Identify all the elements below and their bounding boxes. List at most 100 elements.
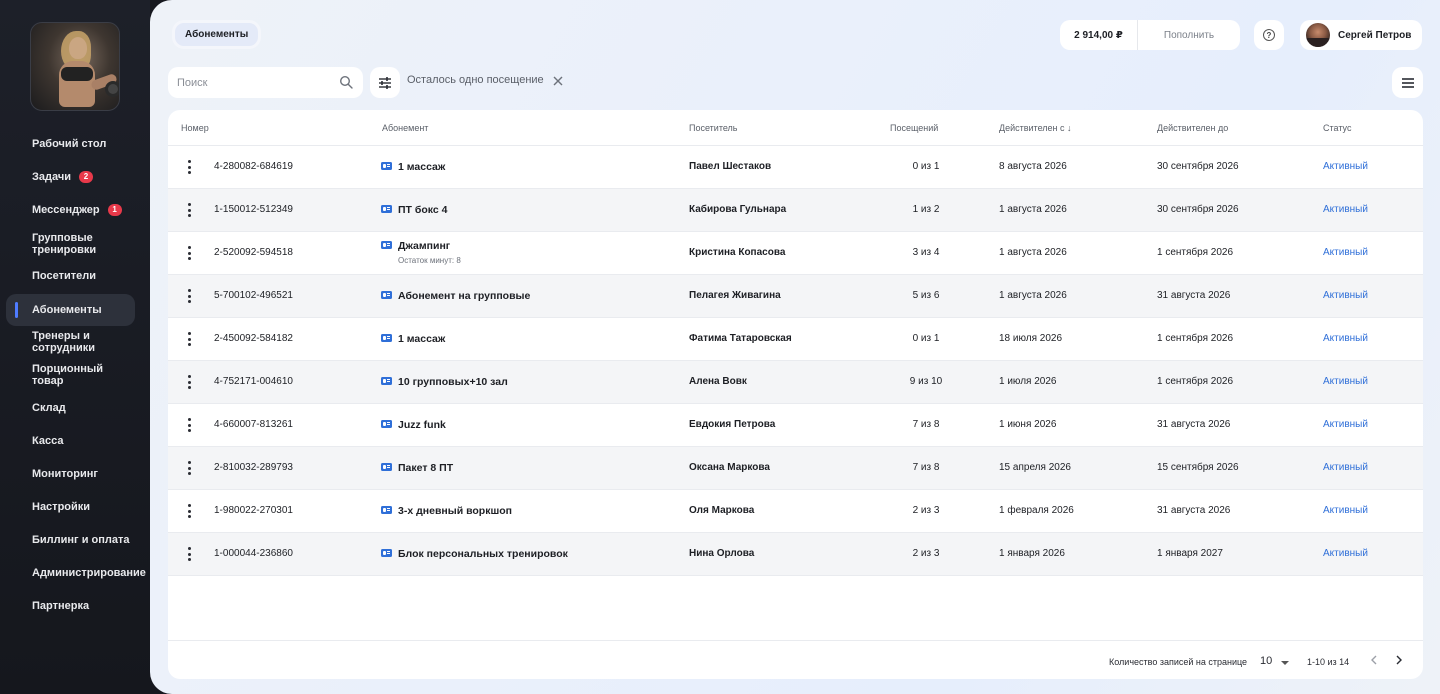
table-row[interactable]: 2-810032-289793 Пакет 8 ПТ Оксана Маркова 7…	[168, 447, 1423, 490]
visitor-name[interactable]: Евдокия Петрова	[689, 419, 775, 430]
table-row[interactable]: 1-980022-270301 3-х дневный воркшоп Оля Ма…	[168, 490, 1423, 533]
sidebar-item-tasks[interactable]: Задачи 2	[6, 169, 135, 185]
subscription-name-cell[interactable]: 10 групповых+10 зал	[381, 376, 508, 388]
visits-count: 1 из 2	[912, 204, 940, 215]
sidebar-item-visitors[interactable]: Посетители	[6, 268, 135, 284]
remove-filter-button[interactable]	[550, 73, 566, 89]
user-menu[interactable]: Сергей Петров	[1300, 20, 1422, 50]
visitor-name[interactable]: Пелагея Живагина	[689, 290, 781, 301]
sidebar-item-warehouse[interactable]: Склад	[6, 400, 135, 416]
subscription-name-cell[interactable]: 1 массаж	[381, 333, 445, 345]
help-button[interactable]: ?	[1254, 20, 1284, 50]
column-header-valid-from[interactable]: Действителен с ↓	[999, 123, 1072, 133]
club-logo-image[interactable]	[30, 22, 120, 111]
visitor-name[interactable]: Павел Шестаков	[689, 161, 771, 172]
subscription-name: Блок персональных тренировок	[398, 548, 568, 560]
search-icon[interactable]	[339, 75, 353, 89]
table-header: Номер Абонемент Посетитель Посещений Дей…	[168, 110, 1423, 146]
sidebar-item-label: Абонементы	[32, 304, 102, 316]
sidebar-item-label: Мониторинг	[32, 468, 98, 480]
subscription-name-cell[interactable]: Абонемент на групповые	[381, 290, 530, 302]
visits-count: 9 из 10	[909, 376, 943, 387]
sidebar-item-trainers[interactable]: Тренеры и сотрудники	[6, 330, 106, 354]
subscription-name-cell[interactable]: ПТ бокс 4	[381, 204, 448, 216]
table-row[interactable]: 1-000044-236860 Блок персональных трениро…	[168, 533, 1423, 576]
sidebar-item-settings[interactable]: Настройки	[6, 499, 135, 515]
subscription-number: 1-980022-270301	[214, 505, 293, 516]
row-actions-icon[interactable]	[186, 375, 192, 389]
per-page-label: Количество записей на странице	[1109, 657, 1248, 667]
columns-menu-button[interactable]	[1392, 67, 1423, 98]
sidebar-item-cashbox[interactable]: Касса	[6, 433, 135, 449]
row-actions-icon[interactable]	[186, 246, 192, 260]
subscription-name-cell[interactable]: Джампинг	[381, 240, 450, 252]
sidebar-item-administration[interactable]: Администрирование	[6, 565, 146, 581]
sidebar-item-label: Рабочий стол	[32, 138, 107, 150]
visits-count: 2 из 3	[912, 548, 940, 559]
sidebar-item-partners[interactable]: Партнерка	[6, 598, 135, 614]
row-actions-icon[interactable]	[186, 461, 192, 475]
column-header-status[interactable]: Статус	[1323, 123, 1351, 133]
subscription-number: 5-700102-496521	[214, 290, 293, 301]
topup-button[interactable]: Пополнить	[1138, 30, 1240, 41]
table-row[interactable]: 5-700102-496521 Абонемент на групповые Пел…	[168, 275, 1423, 318]
table-row[interactable]: 4-280082-684619 1 массаж Павел Шестаков 0 и…	[168, 146, 1423, 189]
column-header-valid-to[interactable]: Действителен до	[1157, 123, 1228, 133]
column-header-visitor[interactable]: Посетитель	[689, 123, 738, 133]
subscription-name-cell[interactable]: Блок персональных тренировок	[381, 548, 568, 560]
column-header-number[interactable]: Номер	[181, 123, 209, 133]
close-icon	[553, 76, 563, 86]
visitor-name[interactable]: Оля Маркова	[689, 505, 754, 516]
subscription-name: Джампинг	[398, 240, 451, 252]
visits-count: 0 из 1	[912, 161, 940, 172]
column-header-visits[interactable]: Посещений	[890, 123, 938, 133]
table-row[interactable]: 1-150012-512349 ПТ бокс 4 Кабирова Гульнар…	[168, 189, 1423, 232]
sidebar-item-billing[interactable]: Биллинг и оплата	[6, 532, 135, 548]
valid-from-date: 1 июня 2026	[999, 419, 1057, 430]
sidebar-item-label: Администрирование	[32, 567, 146, 579]
visitor-name[interactable]: Нина Орлова	[689, 548, 754, 559]
visitor-name[interactable]: Кристина Копасова	[689, 247, 785, 258]
table-row[interactable]: 4-660007-813261 Juzz funk Евдокия Петрова 7…	[168, 404, 1423, 447]
row-actions-icon[interactable]	[186, 203, 192, 217]
row-actions-icon[interactable]	[186, 418, 192, 432]
row-actions-icon[interactable]	[186, 547, 192, 561]
sidebar-item-subscriptions[interactable]: Абонементы	[6, 294, 135, 326]
sidebar-item-portion-goods[interactable]: Порционный товар	[6, 363, 106, 387]
subscription-name: ПТ бокс 4	[398, 204, 448, 216]
subscription-name-cell[interactable]: Пакет 8 ПТ	[381, 462, 453, 474]
subscription-number: 4-280082-684619	[214, 161, 293, 172]
row-actions-icon[interactable]	[186, 504, 192, 518]
valid-to-date: 1 сентября 2026	[1157, 376, 1234, 387]
row-actions-icon[interactable]	[186, 160, 192, 174]
sidebar-item-desktop[interactable]: Рабочий стол	[6, 136, 135, 152]
valid-to-date: 1 января 2027	[1157, 548, 1223, 559]
filter-button[interactable]	[370, 67, 400, 98]
sidebar-item-messenger[interactable]: Мессенджер 1	[6, 202, 135, 218]
subscription-name-cell[interactable]: Juzz funk	[381, 419, 446, 431]
sidebar-item-group-trainings[interactable]: Групповые тренировки	[6, 232, 116, 256]
row-actions-icon[interactable]	[186, 332, 192, 346]
column-header-subscription[interactable]: Абонемент	[382, 123, 428, 133]
table-row[interactable]: 4-752171-004610 10 групповых+10 зал Алена …	[168, 361, 1423, 404]
subscription-number: 2-810032-289793	[214, 462, 293, 473]
visitor-name[interactable]: Оксана Маркова	[689, 462, 770, 473]
search-input[interactable]	[177, 76, 327, 89]
visitor-name[interactable]: Кабирова Гульнара	[689, 204, 786, 215]
row-actions-icon[interactable]	[186, 289, 192, 303]
visitor-name[interactable]: Алена Вовк	[689, 376, 747, 387]
membership-card-icon	[381, 162, 392, 171]
sidebar-item-label: Биллинг и оплата	[32, 534, 130, 546]
chevron-right-icon[interactable]	[1393, 654, 1405, 666]
per-page-select[interactable]: 10	[1260, 655, 1272, 667]
subscription-name-cell[interactable]: 1 массаж	[381, 161, 445, 173]
table-row[interactable]: 2-450092-584182 1 массаж Фатима Татаровска…	[168, 318, 1423, 361]
sidebar-item-monitoring[interactable]: Мониторинг	[6, 466, 135, 482]
subscription-name-cell[interactable]: 3-х дневный воркшоп	[381, 505, 512, 517]
chevron-down-icon[interactable]	[1281, 661, 1289, 665]
table-row[interactable]: 2-520092-594518 Джампинг Остаток минут: 8 К…	[168, 232, 1423, 275]
visitor-name[interactable]: Фатима Татаровская	[689, 333, 792, 344]
chevron-left-icon[interactable]	[1368, 654, 1380, 666]
subscription-number: 1-000044-236860	[214, 548, 293, 559]
visits-count: 5 из 6	[912, 290, 940, 301]
